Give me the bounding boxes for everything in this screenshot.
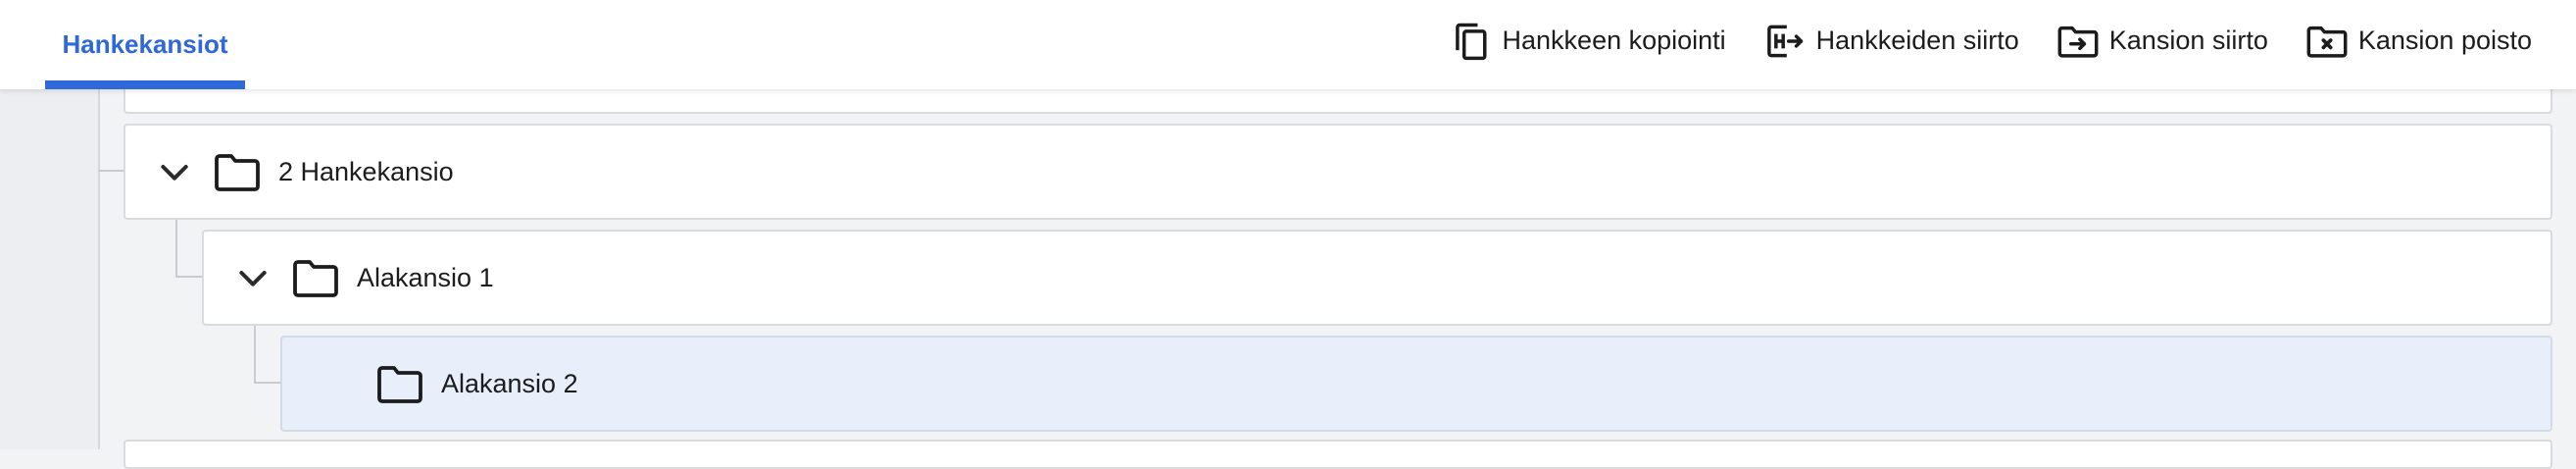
- tree-row-folder-2[interactable]: 2 Hankekansio: [124, 124, 2552, 220]
- delete-folder-button[interactable]: Kansion poisto: [2305, 20, 2532, 63]
- chevron-down-icon[interactable]: [233, 258, 272, 297]
- move-folder-label: Kansion siirto: [2108, 26, 2268, 55]
- move-folder-button[interactable]: Kansion siirto: [2056, 20, 2268, 63]
- tab-label: Hankekansiot: [62, 29, 228, 59]
- tree-row-subfolder-1[interactable]: Alakansio 1: [202, 230, 2552, 326]
- left-rail: [0, 89, 98, 449]
- move-projects-button[interactable]: Hankkeiden siirto: [1763, 20, 2019, 63]
- active-tab-indicator: [45, 80, 245, 89]
- rail-divider: [98, 89, 100, 449]
- tree-connector: [175, 276, 203, 278]
- delete-folder-label: Kansion poisto: [2357, 26, 2532, 55]
- copy-project-label: Hankkeen kopiointi: [1502, 26, 1726, 55]
- tree-row-subfolder-2[interactable]: Alakansio 2: [280, 336, 2552, 432]
- tree-connector: [175, 218, 177, 277]
- toolbar-actions: Hankkeen kopiointi Hankkeiden siirto Kan…: [1450, 0, 2532, 81]
- move-projects-label: Hankkeiden siirto: [1815, 26, 2019, 55]
- tree-connector: [254, 324, 256, 383]
- copy-icon: [1455, 23, 1487, 60]
- folder-delete-icon: [2306, 26, 2348, 58]
- folder-icon: [293, 260, 338, 297]
- tree-connector: [99, 170, 124, 172]
- top-bar: Hankekansiot Hankkeen kopiointi Hankkeid…: [0, 0, 2576, 89]
- folder-move-icon: [2057, 26, 2099, 58]
- folder-icon: [215, 154, 260, 191]
- tree-connector: [254, 382, 281, 384]
- folder-label: Alakansio 1: [357, 262, 494, 292]
- folder-label: Alakansio 2: [441, 368, 578, 398]
- tab-hankekansiot[interactable]: Hankekansiot: [45, 0, 245, 89]
- project-move-icon: [1766, 25, 1803, 57]
- chevron-down-icon[interactable]: [155, 152, 194, 191]
- folder-label: 2 Hankekansio: [278, 156, 454, 186]
- copy-project-button[interactable]: Hankkeen kopiointi: [1450, 20, 1726, 63]
- folder-icon: [377, 366, 422, 403]
- tree-row-partial-bottom: [124, 440, 2552, 469]
